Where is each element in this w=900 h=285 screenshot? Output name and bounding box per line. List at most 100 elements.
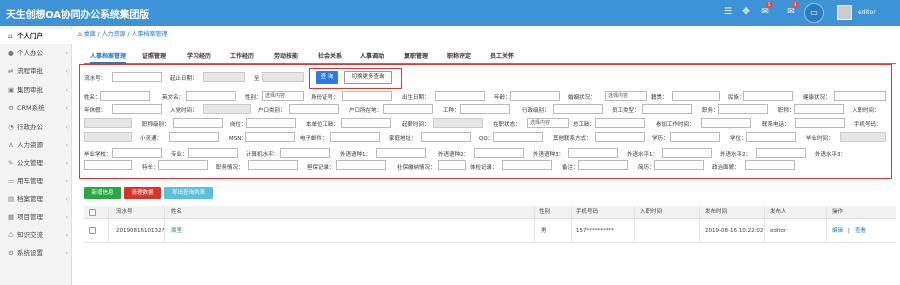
sidebar-item-car[interactable]: ▭ 用车管理 ‹ (0, 174, 72, 189)
tab-social[interactable]: 社会关系 (318, 52, 342, 64)
clear-button[interactable]: 清理数据 (124, 187, 161, 199)
security-input[interactable] (336, 160, 386, 170)
level3-input[interactable] (84, 160, 132, 170)
admin-level-input[interactable] (553, 104, 603, 114)
level1-input[interactable] (662, 148, 712, 158)
breadcrumb-level1[interactable]: 人力资源 (102, 31, 126, 38)
smart-input[interactable] (169, 132, 219, 142)
row-checkbox[interactable] (89, 227, 96, 234)
birthday-input[interactable] (435, 91, 485, 101)
col-gender[interactable]: 性别 (539, 206, 550, 219)
idcard-input[interactable] (342, 91, 392, 101)
ethnic-input[interactable] (743, 91, 793, 101)
skill-input[interactable] (158, 160, 208, 170)
join-date-input[interactable] (203, 104, 251, 114)
start-time-input[interactable] (433, 118, 483, 128)
physical-input[interactable] (502, 160, 552, 170)
sidebar-item-personal[interactable]: ● 个人办公 ‹ (0, 46, 72, 61)
col-serial[interactable]: 流水号 (116, 206, 133, 219)
sidebar-item-knowledge[interactable]: ♺ 知识交流 ‹ (0, 228, 72, 243)
sidebar-item-doc[interactable]: ✎ 公文管理 ‹ (0, 156, 72, 171)
col-publish[interactable]: 发布时间 (705, 206, 727, 219)
level2-input[interactable] (756, 148, 806, 158)
breadcrumb-home[interactable]: 桌面 (84, 31, 96, 38)
start-date-input[interactable] (203, 72, 245, 82)
sidebar-item-portal[interactable]: ⌂ 个人门户 (0, 29, 72, 44)
position-input[interactable] (718, 104, 768, 114)
col-publisher[interactable]: 发布人 (770, 206, 787, 219)
title-level-input[interactable] (173, 118, 223, 128)
computer-input[interactable] (280, 148, 330, 158)
lang2-input[interactable] (474, 148, 524, 158)
tab-work[interactable]: 工作经历 (230, 52, 254, 64)
lang1-input[interactable] (376, 148, 426, 158)
status-select[interactable]: 选择内容 (527, 118, 569, 128)
email-input[interactable] (330, 132, 380, 142)
unit-seniority-input[interactable] (341, 118, 391, 128)
address-input[interactable] (421, 132, 471, 142)
col-actions[interactable]: 操作 (832, 206, 843, 219)
add-button[interactable]: 新增信息 (84, 187, 121, 199)
native-input[interactable] (672, 91, 720, 101)
other-contact-input[interactable] (595, 132, 645, 142)
tab-skill[interactable]: 劳动技能 (274, 52, 298, 64)
education-input[interactable] (670, 132, 720, 142)
sidebar-item-flow[interactable]: ⇄ 流程审批 ‹ (0, 64, 72, 79)
duty-input[interactable] (248, 160, 298, 170)
col-entry[interactable]: 入职时间 (640, 206, 662, 219)
edit-link[interactable]: 编辑 (832, 219, 843, 243)
tab-transfer[interactable]: 人事调动 (360, 52, 384, 64)
en-name-input[interactable] (186, 91, 236, 101)
entry-time-input[interactable] (84, 118, 132, 128)
username[interactable]: editor (858, 9, 876, 16)
query-button[interactable]: 查 询 (316, 71, 338, 84)
select-all-checkbox[interactable] (89, 209, 96, 216)
political-input[interactable] (745, 160, 795, 170)
hukou-place-input[interactable] (383, 104, 433, 114)
sidebar-item-crm[interactable]: ⚙ CRM系统 ‹ (0, 101, 72, 116)
school-input[interactable] (112, 148, 162, 158)
social-input[interactable] (438, 160, 466, 170)
tab-study[interactable]: 学习经历 (187, 52, 211, 64)
tab-license[interactable]: 证照管理 (142, 52, 166, 64)
cell-name[interactable]: 周里 (171, 219, 182, 243)
total-seniority-input[interactable] (595, 118, 645, 128)
sidebar-item-group[interactable]: ▣ 集团审批 ‹ (0, 83, 72, 98)
breadcrumb-level2[interactable]: 人事档案管理 (131, 31, 167, 38)
phone-input[interactable] (795, 118, 845, 128)
msn-input[interactable] (245, 132, 295, 142)
post-input[interactable] (246, 118, 296, 128)
sidebar-item-admin[interactable]: ◔ 行政办公 ‹ (0, 120, 72, 135)
marital-select[interactable]: 选择内容 (605, 91, 647, 101)
major-input[interactable] (188, 148, 238, 158)
remark-input[interactable] (578, 160, 628, 170)
mobile-input[interactable] (84, 132, 132, 142)
annual-leave-input[interactable] (112, 104, 162, 114)
col-name[interactable]: 姓名 (171, 206, 182, 219)
age-input[interactable] (510, 91, 560, 101)
hukou-type-input[interactable] (289, 104, 339, 114)
health-input[interactable] (834, 91, 886, 101)
col-mobile[interactable]: 手机号码 (576, 206, 598, 219)
tab-reinstate[interactable]: 复职管理 (404, 52, 428, 64)
tab-care[interactable]: 员工关怀 (490, 52, 514, 64)
staff-type-input[interactable] (642, 104, 692, 114)
job-type-input[interactable] (460, 104, 510, 114)
message-icon[interactable]: ▭ (804, 3, 824, 23)
tab-title-eval[interactable]: 职称评定 (447, 52, 471, 64)
export-button[interactable]: 导出查询列表 (164, 187, 213, 199)
sidebar-item-hr[interactable]: ♙ 人力资源 ‹ (0, 138, 72, 153)
menu-icon[interactable]: ☰ (722, 6, 734, 18)
lang3-input[interactable] (568, 148, 618, 158)
degree-input[interactable] (746, 132, 796, 142)
serial-input[interactable] (112, 72, 162, 82)
sidebar-item-archive[interactable]: ▤ 档案管理 ‹ (0, 192, 72, 207)
view-link[interactable]: 查看 (855, 219, 866, 243)
avatar[interactable] (837, 5, 852, 20)
more-query-button[interactable]: 切换更多查询 (344, 71, 392, 84)
work-start-input[interactable] (701, 118, 751, 128)
qq-input[interactable] (493, 132, 543, 142)
gender-select[interactable]: 选择内容 (262, 91, 304, 101)
name-input[interactable] (100, 91, 150, 101)
resume-input[interactable] (654, 160, 704, 170)
